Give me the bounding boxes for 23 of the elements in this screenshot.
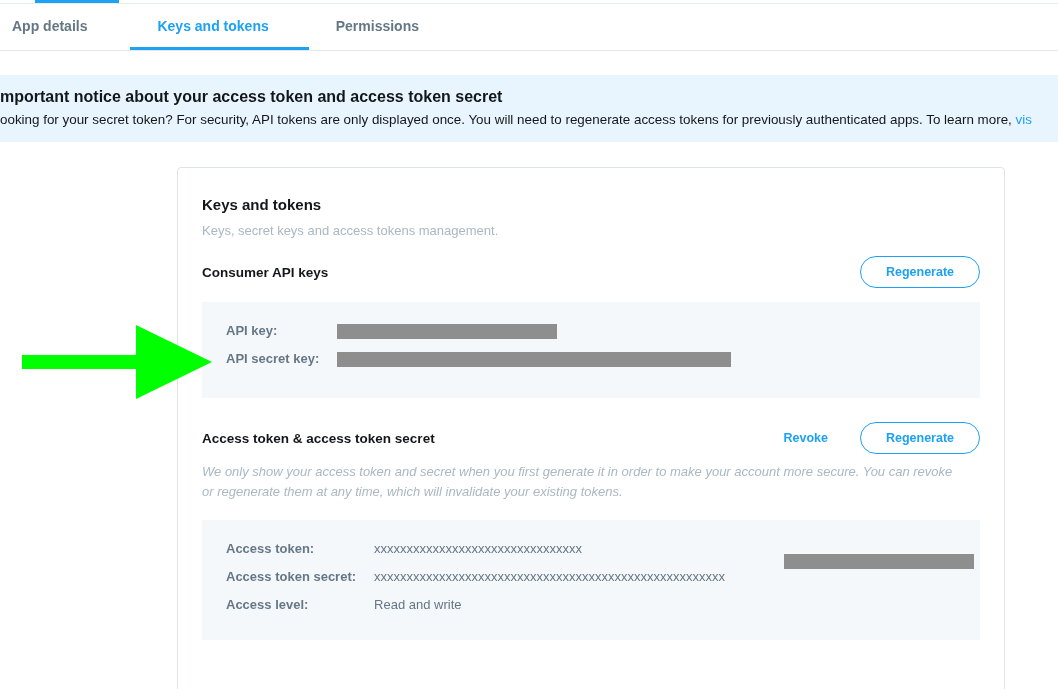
field-value: xxxxxxxxxxxxxxxxxxxxxxxxxxxxxxxxxxxxxxxxxxxxxxxxxxxxxx <box>374 568 727 586</box>
tab[interactable]: Keys and tokens <box>130 4 309 50</box>
section-title: Access token & access token secret <box>202 430 435 446</box>
card-title: Keys and tokens <box>202 196 323 213</box>
field-label: API secret key: <box>226 350 320 368</box>
section-title: Consumer API keys <box>202 264 329 280</box>
field-label: Access token secret: <box>226 568 357 586</box>
arrow-icon <box>22 325 212 399</box>
field-value: Read and write <box>374 596 463 614</box>
notice-link[interactable]: vis <box>1015 112 1032 127</box>
field-label: Access token: <box>226 540 316 558</box>
notice-title: mportant notice about your access token and access token secret <box>0 88 504 106</box>
regenerate-button[interactable]: Regenerate <box>860 422 980 454</box>
field-label: API key: <box>226 322 279 340</box>
section-description: We only show your access token and secret when you first generate it in order to make your account more secure. You can revoke or regenerate them at any time, which will invalidate your existing tokens. <box>202 463 954 501</box>
notice-text: ooking for your secret token? For security, API tokens are only displayed once. You will need to regenerate access tokens for previously authenticated apps. To learn more, vis <box>0 112 1033 127</box>
regenerate-button[interactable]: Regenerate <box>860 256 980 288</box>
tab[interactable]: App details <box>0 4 131 50</box>
tab[interactable]: Permissions <box>308 4 459 50</box>
field-value: xxxxxxxxxxxxxxxxxxxxxxxxxxxxxxxx <box>374 540 584 558</box>
field-label: Access level: <box>226 596 310 614</box>
revoke-link[interactable]: Revoke <box>783 431 828 445</box>
card-subtitle: Keys, secret keys and access tokens management. <box>202 223 500 238</box>
